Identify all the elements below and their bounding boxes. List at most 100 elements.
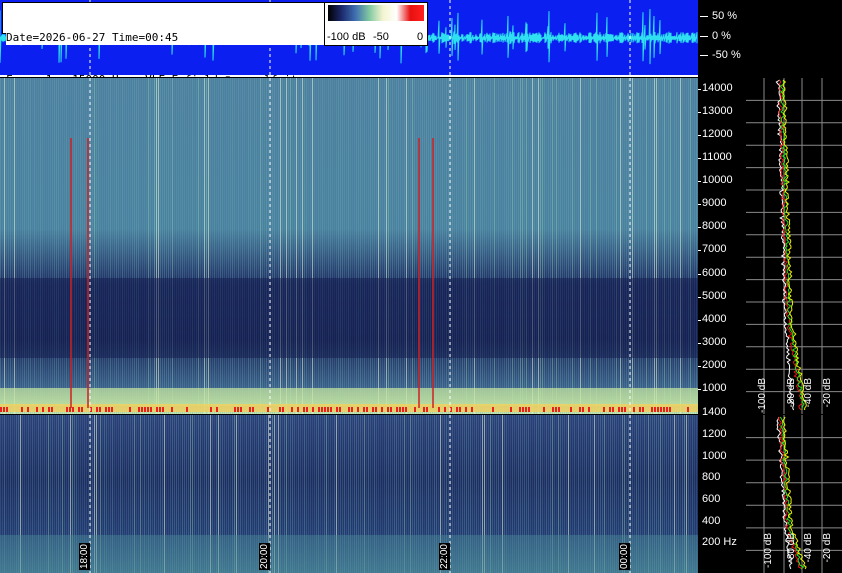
spectrogram-streak bbox=[496, 78, 497, 414]
spectrogram-red-spike bbox=[6, 407, 8, 412]
spectrogram-red-spike bbox=[444, 407, 446, 412]
spectrogram-red-spike bbox=[291, 407, 293, 412]
spectrogram-streak bbox=[362, 78, 363, 414]
spectrogram-red-spike bbox=[519, 407, 521, 412]
freq-tick bbox=[698, 388, 701, 390]
spectrogram-streak bbox=[186, 78, 187, 414]
spectrogram-streak bbox=[428, 78, 429, 414]
freq-tick bbox=[698, 135, 701, 137]
spectrogram-red-spike bbox=[51, 407, 53, 412]
spectrogram-streak bbox=[58, 78, 59, 414]
spectrogram-streak bbox=[328, 78, 329, 414]
spectrogram-streak bbox=[640, 78, 641, 414]
db-label: -80 dB bbox=[786, 533, 797, 563]
spectrogram-streak bbox=[616, 78, 617, 414]
spectrogram-streak bbox=[264, 78, 265, 414]
spectrogram-streak bbox=[524, 78, 525, 414]
spectrogram-red-spike bbox=[402, 407, 404, 412]
spectrogram-red-spike bbox=[27, 407, 29, 412]
spectrogram-red-spike bbox=[399, 407, 401, 412]
colorbar-label-min: -100 dB bbox=[327, 31, 366, 43]
spectrogram-streak bbox=[124, 78, 125, 414]
freq-tick bbox=[698, 88, 701, 90]
spectrogram-red-spike bbox=[456, 407, 458, 412]
spectrogram-red-spike bbox=[324, 407, 326, 412]
spectrogram-red-spike bbox=[579, 407, 581, 412]
spectrogram-streak bbox=[424, 78, 425, 414]
spectrogram-streak bbox=[512, 78, 513, 414]
spectrogram-streak bbox=[548, 78, 549, 414]
spectrogram-red-spike bbox=[510, 407, 512, 412]
spectrogram-streak bbox=[8, 78, 9, 414]
spectrogram-streak bbox=[676, 78, 677, 414]
spectrogram-red-spike bbox=[423, 407, 425, 412]
spectrogram-red-spike bbox=[96, 407, 98, 412]
spectrogram-streak bbox=[104, 78, 105, 414]
spectrogram-streak bbox=[668, 78, 669, 414]
db-label: -40 dB bbox=[803, 378, 814, 408]
spectrogram-streak bbox=[138, 78, 139, 414]
spectrogram-streak bbox=[310, 78, 311, 414]
spectrogram-streak bbox=[324, 78, 325, 414]
spectrogram-streak bbox=[2, 78, 3, 414]
spectrogram-streak bbox=[152, 78, 153, 414]
spectrogram-red-spike bbox=[465, 407, 467, 412]
spectrogram-streak bbox=[42, 78, 43, 414]
spectrogram-red-spike bbox=[657, 407, 659, 412]
spectrogram-streak bbox=[368, 78, 369, 414]
spectrogram-red-spike bbox=[21, 407, 23, 412]
db-label: -100 dB bbox=[757, 378, 768, 414]
spectrogram-streak bbox=[542, 78, 543, 414]
spectrogram-streak bbox=[140, 78, 141, 414]
spectrogram-streak bbox=[474, 78, 475, 414]
spectrogram-streak bbox=[258, 78, 259, 414]
spectrogram-streak bbox=[370, 78, 371, 414]
spectrogram-streak bbox=[412, 78, 413, 414]
spectrogram-streak bbox=[82, 78, 83, 414]
spectrogram-streak bbox=[600, 78, 601, 414]
freq-tick-label: 400 bbox=[702, 514, 721, 527]
spectrogram-streak bbox=[406, 78, 407, 414]
spectrogram-streak bbox=[0, 78, 1, 414]
spectrogram-red-spike bbox=[624, 407, 626, 412]
spectrogram-streak bbox=[436, 78, 437, 414]
spectrogram-red-spike bbox=[150, 407, 152, 412]
spectrogram-streak bbox=[282, 78, 283, 414]
spectrogram-streak bbox=[416, 78, 417, 414]
spectrogram-streak bbox=[550, 78, 551, 414]
spectrogram-streak bbox=[400, 78, 401, 414]
freq-tick-label: 4000 bbox=[702, 312, 727, 325]
spectrogram-red-spike bbox=[603, 407, 605, 412]
spectrogram-red-spike bbox=[48, 407, 50, 412]
spectrogram-streak bbox=[92, 78, 93, 414]
spectrogram-streak bbox=[128, 78, 129, 414]
spectrogram-streak bbox=[576, 78, 577, 414]
spectrogram-streak bbox=[66, 78, 67, 414]
spectrogram-red-spike bbox=[105, 407, 107, 412]
freq-tick-label: 10000 bbox=[702, 174, 733, 187]
spectrogram-streak bbox=[666, 78, 667, 414]
spectrogram-streak bbox=[94, 78, 95, 414]
freq-tick bbox=[698, 227, 701, 229]
spectrogram-streak bbox=[540, 78, 541, 414]
spectrogram-streak bbox=[530, 78, 531, 414]
spectrogram-streak bbox=[364, 78, 365, 414]
spectrogram-red-spike bbox=[609, 407, 611, 412]
spectrogram-streak bbox=[468, 78, 469, 414]
spectrogram-red-spike bbox=[555, 407, 557, 412]
spectrogram-streak bbox=[684, 78, 685, 414]
spectrogram-red-spike bbox=[330, 407, 332, 412]
spectrogram-red-spike bbox=[621, 407, 623, 412]
spectrogram-streak bbox=[546, 78, 547, 414]
spectrogram-streak bbox=[106, 78, 107, 414]
spectrogram-red-spike bbox=[36, 407, 38, 412]
spectrogram-streak bbox=[210, 78, 211, 414]
spectrogram-streak bbox=[544, 78, 545, 414]
spectrogram-red-spike bbox=[372, 407, 374, 412]
spectrogram-red-spike bbox=[582, 407, 584, 412]
spectrogram-streak bbox=[240, 78, 241, 414]
spectrogram-streak bbox=[392, 78, 393, 414]
spectrogram-streak bbox=[318, 78, 319, 414]
spectrogram-streak bbox=[144, 78, 145, 414]
spectrogram-red-spike bbox=[642, 407, 644, 412]
